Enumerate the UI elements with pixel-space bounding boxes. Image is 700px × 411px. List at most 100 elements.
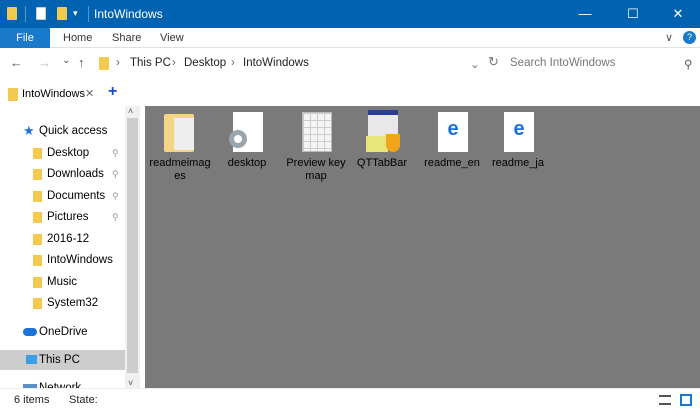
sidebar-item-2016-12[interactable]: 2016-12: [0, 229, 125, 249]
sidebar-item-label: System32: [47, 297, 99, 309]
sidebar-item-label: Documents: [47, 190, 106, 202]
breadcrumb-intowindows[interactable]: IntoWindows: [243, 57, 309, 69]
sidebar-item-system32[interactable]: System32: [0, 293, 125, 313]
edge-html-icon: e: [498, 110, 538, 154]
folder-icon: [7, 7, 17, 20]
divider: [88, 6, 89, 22]
scroll-down-icon[interactable]: ˅: [128, 378, 133, 388]
details-view-icon[interactable]: [659, 395, 671, 405]
file-item[interactable]: e readme_ja: [485, 110, 551, 170]
state-label: State:: [69, 394, 98, 406]
documents-folder-icon: [33, 191, 42, 202]
sidebar-item-quick-access[interactable]: ★ Quick access: [0, 121, 125, 141]
file-name: desktop: [227, 157, 267, 169]
title-bar: ▾ IntoWindows — ☐ ✕: [0, 0, 700, 28]
collapse-ribbon-icon[interactable]: ∨: [665, 28, 673, 48]
minimize-button[interactable]: —: [562, 0, 608, 28]
sidebar-item-onedrive[interactable]: OneDrive: [0, 322, 125, 342]
new-folder-icon[interactable]: [57, 7, 67, 20]
breadcrumb-desktop[interactable]: Desktop: [184, 57, 226, 69]
image-file-icon: [296, 110, 336, 154]
sidebar-item-label: Desktop: [47, 147, 90, 159]
sidebar-item-label: Downloads: [47, 168, 104, 180]
file-name: Preview key map: [286, 157, 346, 182]
scrollbar-thumb[interactable]: [127, 118, 138, 373]
breadcrumb-this-pc[interactable]: This PC: [130, 57, 171, 69]
folder-icon: [33, 255, 42, 266]
search-icon[interactable]: ⚲: [684, 57, 692, 71]
sidebar-item-label: IntoWindows: [47, 254, 113, 266]
forward-button[interactable]: →: [38, 55, 51, 70]
pin-icon[interactable]: ⚲: [112, 164, 119, 184]
downloads-folder-icon: [33, 169, 42, 180]
maximize-button[interactable]: ☐: [610, 0, 656, 28]
folder-icon: [33, 234, 42, 245]
edge-html-icon: e: [432, 110, 472, 154]
folder-tab-intowindows[interactable]: IntoWindows: [22, 88, 85, 100]
up-button[interactable]: ↑: [78, 55, 85, 70]
breadcrumb-separator[interactable]: ›: [116, 57, 120, 69]
breadcrumb-separator[interactable]: ›: [231, 57, 235, 69]
sidebar-item-pictures[interactable]: Pictures ⚲: [0, 207, 125, 227]
sidebar-item-network[interactable]: Network: [0, 378, 125, 388]
address-dropdown-icon[interactable]: ⌄: [470, 57, 480, 71]
file-list: readmeimages desktop Preview key map QTT…: [145, 106, 700, 388]
sidebar-item-music[interactable]: Music: [0, 272, 125, 292]
customize-toolbar-icon[interactable]: ▾: [73, 8, 78, 19]
sidebar-item-label: Music: [47, 276, 78, 288]
new-tab-button[interactable]: +: [108, 83, 117, 101]
ribbon: File Home Share View ∨ ?: [0, 28, 700, 48]
installer-icon: [362, 110, 402, 154]
sidebar-item-desktop[interactable]: Desktop ⚲: [0, 143, 125, 163]
tab-share[interactable]: Share: [112, 28, 141, 48]
address-bar: ← → ⌄ ↑ › This PC › Desktop › IntoWindow…: [0, 50, 700, 76]
sidebar-item-label: This PC: [39, 354, 80, 366]
recent-locations-button[interactable]: ⌄: [62, 55, 70, 66]
folder-icon: [33, 298, 42, 309]
file-name: QTTabBar: [356, 157, 408, 169]
music-folder-icon: [33, 277, 42, 288]
settings-file-icon: [227, 110, 267, 154]
sidebar-item-label: OneDrive: [39, 326, 88, 338]
pin-icon[interactable]: ⚲: [112, 207, 119, 227]
sidebar-item-documents[interactable]: Documents ⚲: [0, 186, 125, 206]
properties-icon[interactable]: [36, 7, 46, 20]
tab-home[interactable]: Home: [63, 28, 92, 48]
large-icons-view-icon[interactable]: [680, 394, 692, 406]
help-icon[interactable]: ?: [683, 31, 696, 44]
navigation-pane: ★ Quick access Desktop ⚲ Downloads ⚲ Docum…: [0, 106, 125, 388]
file-name: readme_en: [424, 157, 480, 169]
cloud-icon: [23, 328, 37, 336]
sidebar-item-label: Network: [39, 382, 82, 388]
window-title: IntoWindows: [94, 7, 163, 21]
breadcrumb-separator[interactable]: ›: [172, 57, 176, 69]
folder-icon: [8, 88, 18, 101]
status-bar: 6 items State:: [0, 388, 700, 410]
tab-file[interactable]: File: [0, 28, 50, 48]
search-input[interactable]: Search IntoWindows: [510, 57, 615, 69]
sidebar-item-this-pc[interactable]: This PC: [0, 350, 125, 370]
computer-icon: [26, 355, 37, 364]
tab-view[interactable]: View: [160, 28, 184, 48]
file-name: readmeimages: [149, 157, 211, 182]
sidebar-item-intowindows[interactable]: IntoWindows: [0, 250, 125, 270]
sidebar-item-label: 2016-12: [47, 233, 90, 245]
divider: [25, 6, 26, 22]
close-button[interactable]: ✕: [655, 0, 700, 28]
file-item[interactable]: desktop: [214, 110, 280, 170]
desktop-folder-icon: [33, 148, 42, 159]
file-item[interactable]: QTTabBar: [349, 110, 415, 170]
sidebar-item-downloads[interactable]: Downloads ⚲: [0, 164, 125, 184]
file-item[interactable]: e readme_en: [419, 110, 485, 170]
file-item[interactable]: Preview key map: [283, 110, 349, 183]
file-name: readme_ja: [492, 157, 544, 169]
scroll-up-icon[interactable]: ˄: [128, 106, 133, 116]
star-icon: ★: [23, 123, 35, 138]
file-item[interactable]: readmeimages: [147, 110, 213, 183]
pin-icon[interactable]: ⚲: [112, 143, 119, 163]
close-tab-icon[interactable]: ✕: [85, 87, 94, 100]
folder-icon: [99, 57, 109, 70]
back-button[interactable]: ←: [10, 55, 23, 70]
refresh-icon[interactable]: ↻: [488, 54, 499, 70]
pin-icon[interactable]: ⚲: [112, 186, 119, 206]
